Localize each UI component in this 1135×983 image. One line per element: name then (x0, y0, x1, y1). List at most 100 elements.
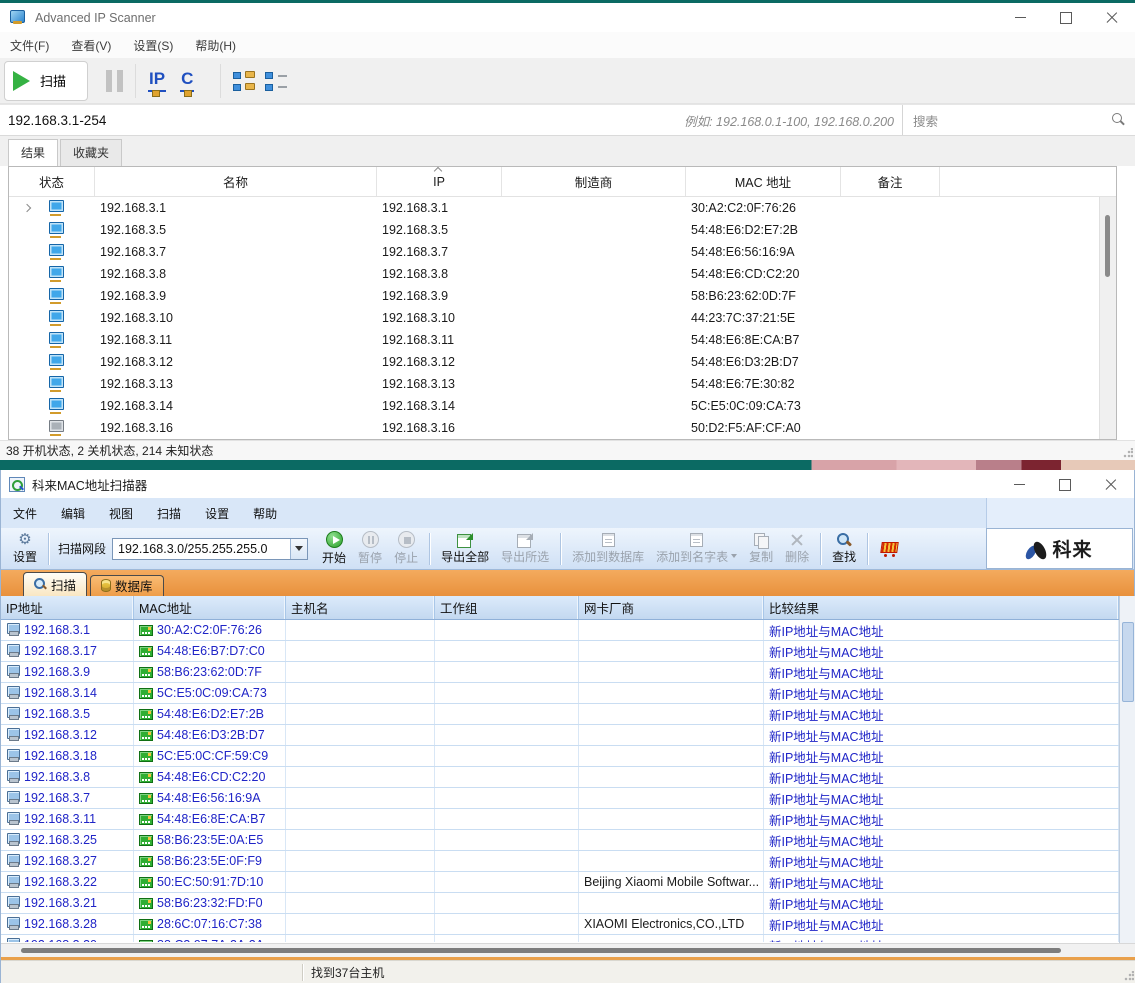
search-input[interactable]: 搜索 (902, 105, 1135, 135)
scan-button[interactable]: 扫描 (4, 61, 88, 101)
menu-item[interactable]: 视图 (109, 505, 133, 522)
pause-button[interactable] (106, 70, 123, 92)
menu-item[interactable]: 帮助 (253, 505, 277, 522)
table-row[interactable]: 192.168.3.1254:48:E6:D3:2B:D7新IP地址与MAC地址 (1, 725, 1119, 746)
column-header-ip-address[interactable]: IP地址 (1, 596, 134, 619)
dropdown-arrow-icon[interactable] (290, 539, 307, 559)
column-header-hostname[interactable]: 主机名 (286, 596, 435, 619)
table-row[interactable]: 192.168.3.9192.168.3.958:B6:23:62:0D:7F (9, 285, 1116, 307)
scan-range-label: 扫描网段 (58, 540, 106, 557)
settings-button[interactable]: ⚙ 设置 (7, 529, 43, 569)
tab-scan[interactable]: 扫描 (23, 572, 87, 596)
menu-item[interactable]: 设置 (205, 505, 229, 522)
network-list-icon[interactable] (265, 71, 287, 91)
expand-chevron-icon[interactable] (23, 204, 31, 212)
vertical-scrollbar[interactable] (1119, 596, 1135, 943)
workgroup-cell (435, 851, 579, 871)
maximize-button[interactable] (1043, 3, 1089, 32)
column-header-manufacturer[interactable]: 制造商 (502, 167, 686, 196)
table-row[interactable]: 192.168.3.130:A2:C2:0F:76:26新IP地址与MAC地址 (1, 620, 1119, 641)
close-button[interactable] (1088, 470, 1134, 499)
ip-range-input[interactable]: 192.168.3.1-254 例如: 192.168.0.1-100, 192… (0, 105, 902, 135)
table-row[interactable]: 192.168.3.2558:B6:23:5E:0A:E5新IP地址与MAC地址 (1, 830, 1119, 851)
table-row[interactable]: 192.168.3.1192.168.3.130:A2:C2:0F:76:26 (9, 197, 1116, 219)
minimize-button[interactable] (997, 3, 1043, 32)
purchase-button[interactable] (873, 529, 905, 569)
export-selected-button[interactable]: 导出所选 (495, 529, 555, 569)
table-row[interactable]: 192.168.3.3088:C3:97:7A:2A:2A新IP地址与MAC地址 (1, 935, 1119, 942)
tab-database[interactable]: 数据库 (90, 575, 164, 596)
column-header-note[interactable]: 备注 (841, 167, 940, 196)
table-row[interactable]: 192.168.3.14192.168.3.145C:E5:0C:09:CA:7… (9, 395, 1116, 417)
column-label: 名称 (223, 172, 248, 191)
scrollbar-thumb[interactable] (21, 948, 1061, 953)
table-row[interactable]: 192.168.3.2828:6C:07:16:C7:38XIAOMI Elec… (1, 914, 1119, 935)
column-header-status[interactable]: 状态 (9, 167, 95, 196)
tab-favorites[interactable]: 收藏夹 (60, 139, 122, 166)
scrollbar-thumb[interactable] (1105, 215, 1110, 277)
delete-button[interactable]: 删除 (779, 529, 815, 569)
titlebar[interactable]: 科来MAC地址扫描器 (1, 470, 1134, 498)
column-header-ip[interactable]: IP (377, 167, 502, 196)
scrollbar-thumb[interactable] (1122, 622, 1134, 702)
stop-button[interactable]: 停止 (388, 529, 424, 569)
scan-range-combobox[interactable]: 192.168.3.0/255.255.255.0 (112, 538, 308, 560)
computer-icon (6, 728, 20, 742)
menu-item[interactable]: 查看(V) (71, 37, 111, 54)
export-all-button[interactable]: 导出全部 (435, 529, 495, 569)
table-row[interactable]: 192.168.3.13192.168.3.1354:48:E6:7E:30:8… (9, 373, 1116, 395)
table-row[interactable]: 192.168.3.2758:B6:23:5E:0F:F9新IP地址与MAC地址 (1, 851, 1119, 872)
table-row[interactable]: 192.168.3.10192.168.3.1044:23:7C:37:21:5… (9, 307, 1116, 329)
vertical-scrollbar[interactable] (1099, 197, 1116, 439)
table-row[interactable]: 192.168.3.1154:48:E6:8E:CA:B7新IP地址与MAC地址 (1, 809, 1119, 830)
table-row[interactable]: 192.168.3.12192.168.3.1254:48:E6:D3:2B:D… (9, 351, 1116, 373)
menu-item[interactable]: 设置(S) (133, 37, 173, 54)
nic-vendor-cell: Beijing Xiaomi Mobile Softwar... (579, 872, 764, 892)
add-to-name-table-button[interactable]: 添加到名字表 (650, 529, 743, 569)
minimize-button[interactable] (996, 470, 1042, 499)
titlebar[interactable]: Advanced IP Scanner (0, 3, 1135, 32)
start-button[interactable]: 开始 (316, 529, 352, 569)
table-row[interactable]: 192.168.3.145C:E5:0C:09:CA:73新IP地址与MAC地址 (1, 683, 1119, 704)
computer-status-icon (49, 376, 62, 392)
menu-item[interactable]: 帮助(H) (195, 37, 236, 54)
column-header-mac-address[interactable]: MAC地址 (134, 596, 286, 619)
find-button[interactable]: 查找 (826, 529, 862, 569)
network-tree-icon[interactable] (233, 71, 255, 91)
column-header-compare-result[interactable]: 比较结果 (764, 596, 1119, 619)
menu-item[interactable]: 文件 (13, 505, 37, 522)
horizontal-scrollbar[interactable] (1, 943, 1135, 957)
tab-results[interactable]: 结果 (8, 139, 58, 166)
column-label: IP (433, 175, 445, 189)
table-row[interactable]: 192.168.3.854:48:E6:CD:C2:20新IP地址与MAC地址 (1, 767, 1119, 788)
table-row[interactable]: 192.168.3.2158:B6:23:32:FD:F0新IP地址与MAC地址 (1, 893, 1119, 914)
table-row[interactable]: 192.168.3.185C:E5:0C:CF:59:C9新IP地址与MAC地址 (1, 746, 1119, 767)
menu-item[interactable]: 文件(F) (10, 37, 49, 54)
maximize-button[interactable] (1042, 470, 1088, 499)
menu-item[interactable]: 扫描 (157, 505, 181, 522)
column-header-workgroup[interactable]: 工作组 (435, 596, 579, 619)
table-row[interactable]: 192.168.3.8192.168.3.854:48:E6:CD:C2:20 (9, 263, 1116, 285)
menu-item[interactable]: 编辑 (61, 505, 85, 522)
column-header-nic-vendor[interactable]: 网卡厂商 (579, 596, 764, 619)
table-row[interactable]: 192.168.3.754:48:E6:56:16:9A新IP地址与MAC地址 (1, 788, 1119, 809)
resize-grip[interactable] (1124, 971, 1134, 981)
table-row[interactable]: 192.168.3.958:B6:23:62:0D:7F新IP地址与MAC地址 (1, 662, 1119, 683)
c-class-button[interactable]: C (180, 69, 194, 92)
table-row[interactable]: 192.168.3.16192.168.3.1650:D2:F5:AF:CF:A… (9, 417, 1116, 439)
pause-button[interactable]: 暂停 (352, 529, 388, 569)
status-bar: 38 开机状态, 2 关机状态, 214 未知状态 (0, 440, 1135, 460)
copy-button[interactable]: 复制 (743, 529, 779, 569)
table-row[interactable]: 192.168.3.7192.168.3.754:48:E6:56:16:9A (9, 241, 1116, 263)
ip-class-button[interactable]: IP (148, 69, 166, 92)
column-header-mac-address[interactable]: MAC 地址 (686, 167, 841, 196)
table-row[interactable]: 192.168.3.5192.168.3.554:48:E6:D2:E7:2B (9, 219, 1116, 241)
table-row[interactable]: 192.168.3.2250:EC:50:91:7D:10Beijing Xia… (1, 872, 1119, 893)
table-row[interactable]: 192.168.3.554:48:E6:D2:E7:2B新IP地址与MAC地址 (1, 704, 1119, 725)
table-row[interactable]: 192.168.3.11192.168.3.1154:48:E6:8E:CA:B… (9, 329, 1116, 351)
add-to-database-button[interactable]: 添加到数据库 (566, 529, 650, 569)
close-button[interactable] (1089, 3, 1135, 32)
resize-grip[interactable] (1123, 448, 1133, 458)
table-row[interactable]: 192.168.3.1754:48:E6:B7:D7:C0新IP地址与MAC地址 (1, 641, 1119, 662)
column-header-name[interactable]: 名称 (95, 167, 377, 196)
